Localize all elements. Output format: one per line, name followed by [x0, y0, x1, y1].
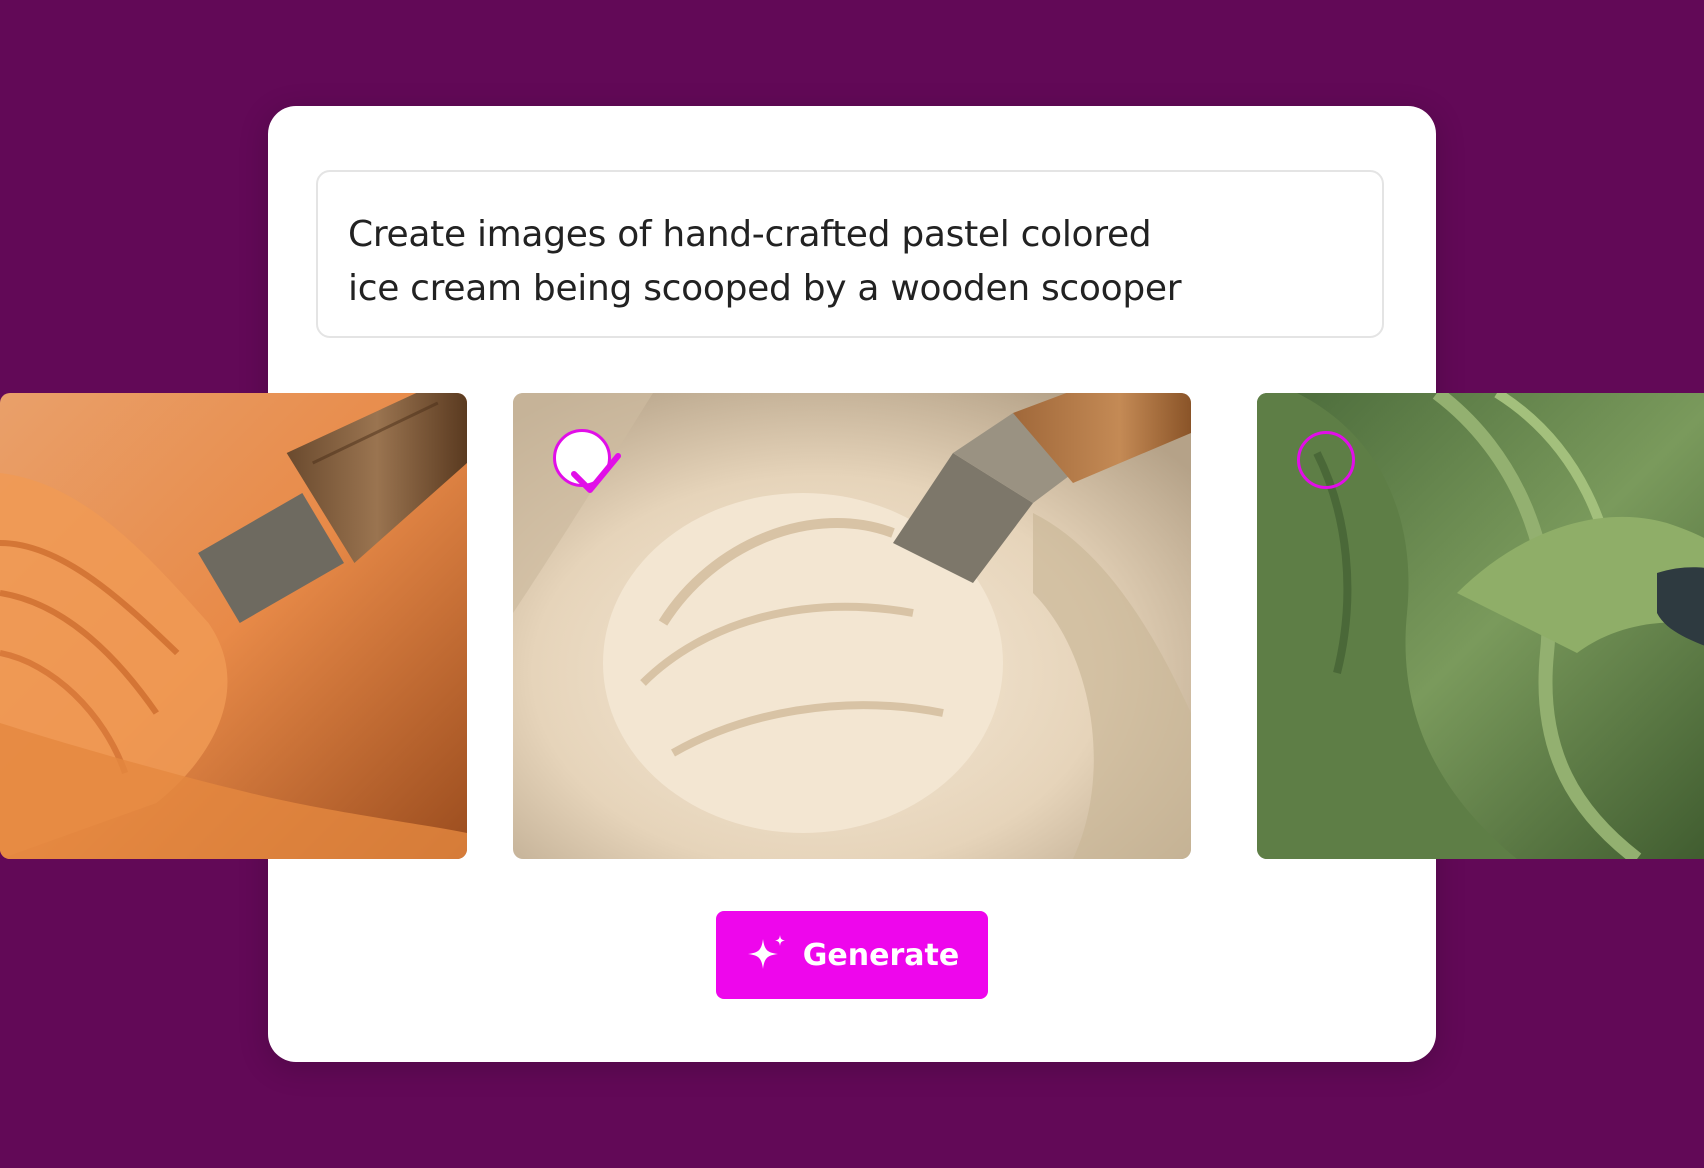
- generated-image-orange[interactable]: [0, 393, 467, 859]
- generate-button-label: Generate: [802, 937, 960, 973]
- generated-image-vanilla[interactable]: [513, 393, 1191, 859]
- orange-ice-cream-image: [0, 393, 467, 859]
- unselected-checkbox[interactable]: [1297, 431, 1355, 489]
- prompt-text-line-2: ice cream being scooped by a wooden scoo…: [348, 268, 1182, 309]
- prompt-input[interactable]: Create images of hand-crafted pastel col…: [316, 170, 1384, 338]
- checkmark-icon: [571, 453, 621, 493]
- prompt-text-line-1: Create images of hand-crafted pastel col…: [348, 214, 1152, 255]
- generated-image-green[interactable]: [1257, 393, 1704, 859]
- selected-checkbox[interactable]: [553, 429, 621, 493]
- sparkle-icon: [747, 935, 785, 969]
- generate-button[interactable]: Generate: [716, 911, 988, 999]
